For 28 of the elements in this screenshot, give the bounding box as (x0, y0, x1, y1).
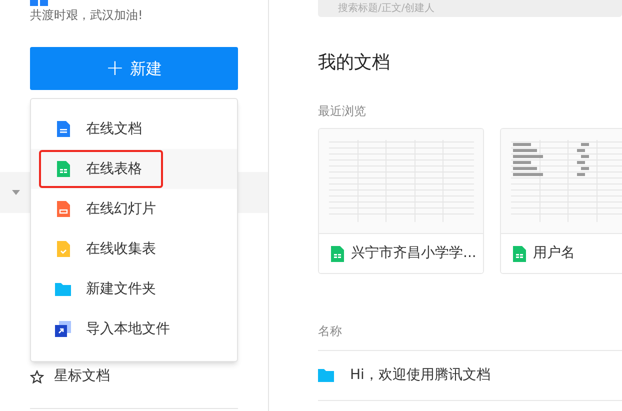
spreadsheet-icon (329, 246, 345, 262)
spreadsheet-icon (511, 246, 527, 262)
menu-item[interactable]: 在线文档 (31, 109, 237, 149)
star-icon (30, 370, 44, 384)
document-icon (55, 121, 71, 137)
document-name: 兴宁市齐昌小学学... (351, 244, 476, 263)
menu-item[interactable]: 在线收集表 (31, 229, 237, 269)
slogan-text: 共渡时艰，武汉加油! (30, 7, 143, 24)
menu-item[interactable]: 新建文件夹 (31, 269, 237, 309)
folder-icon (55, 281, 71, 297)
folder-icon (318, 368, 334, 384)
document-name: 用户名 (533, 244, 575, 263)
slides-icon (55, 201, 71, 217)
sidebar-item[interactable]: 星标文档 (54, 366, 110, 387)
section-heading: 最近浏览 (318, 103, 366, 120)
file-name[interactable]: Hi，欢迎使用腾讯文档 (350, 365, 490, 386)
document-card[interactable]: 用户名 (500, 128, 622, 274)
form-icon (55, 241, 71, 257)
document-card[interactable]: 兴宁市齐昌小学学... (318, 128, 484, 274)
menu-item[interactable]: 导入本地文件 (31, 309, 237, 349)
new-button[interactable]: + 新建 (30, 47, 238, 90)
logo-icon (30, 0, 48, 6)
column-header: 名称 (318, 323, 342, 340)
page-title: 我的文档 (318, 51, 390, 75)
import-icon (55, 321, 71, 337)
spreadsheet-icon (55, 161, 71, 177)
menu-item[interactable]: 在线表格 (31, 149, 237, 189)
menu-item[interactable]: 在线幻灯片 (31, 189, 237, 229)
